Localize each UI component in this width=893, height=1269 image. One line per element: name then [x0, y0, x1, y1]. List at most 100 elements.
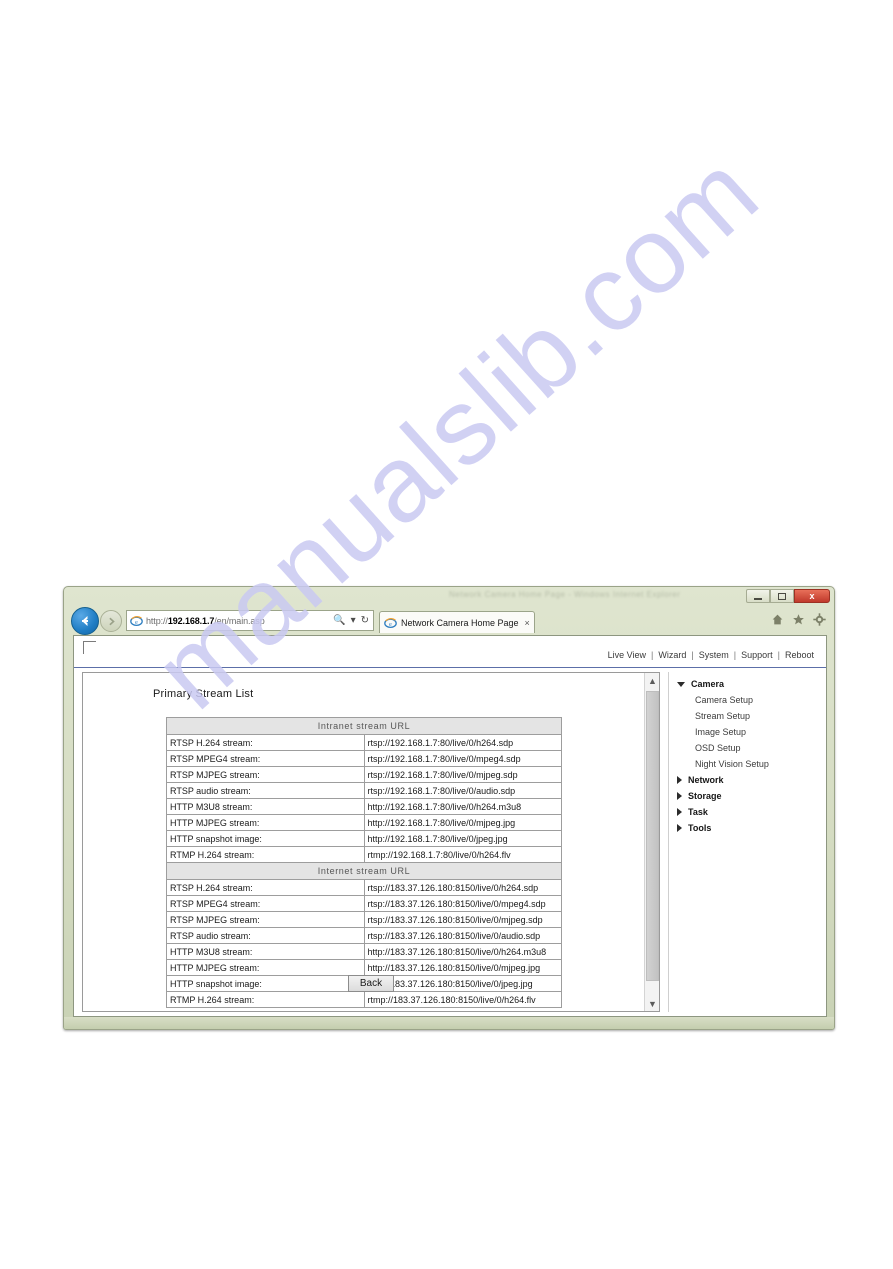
- browser-window: Network Camera Home Page - Windows Inter…: [63, 586, 835, 1030]
- stream-label-cell: RTSP MPEG4 stream:: [166, 895, 365, 912]
- nav-separator: |: [733, 650, 737, 660]
- nav-link-system[interactable]: System: [699, 650, 729, 660]
- browser-forward-button[interactable]: [100, 610, 122, 632]
- nav-link-support[interactable]: Support: [741, 650, 773, 660]
- scroll-up-icon[interactable]: ▲: [645, 673, 659, 688]
- stream-label-cell: RTSP MJPEG stream:: [166, 766, 365, 783]
- table-row: RTMP H.264 stream: rtmp://192.168.1.7:80/…: [166, 846, 562, 863]
- stream-url-cell[interactable]: rtsp://183.37.126.180:8150/live/0/mjpeg.…: [363, 911, 562, 928]
- minimize-button[interactable]: [746, 589, 770, 603]
- menu-item-image-setup[interactable]: Image Setup: [669, 724, 818, 740]
- stream-url-cell[interactable]: rtsp://192.168.1.7:80/live/0/h264.sdp: [363, 734, 562, 751]
- address-text: http://192.168.1.7/en/main.asp: [146, 616, 329, 626]
- stream-url-cell[interactable]: rtsp://192.168.1.7:80/live/0/mjpeg.sdp: [363, 766, 562, 783]
- chevron-down-icon[interactable]: [677, 681, 685, 687]
- chevron-down-icon[interactable]: ▾: [350, 615, 357, 626]
- browser-tab[interactable]: e Network Camera Home Page ×: [379, 611, 535, 633]
- broken-image-placeholder: [83, 641, 96, 654]
- table-row: RTSP audio stream: rtsp://183.37.126.180:…: [166, 927, 562, 944]
- stream-label-cell: HTTP MJPEG stream:: [166, 814, 365, 831]
- back-button[interactable]: Back: [348, 975, 394, 992]
- nav-link-wizard[interactable]: Wizard: [658, 650, 686, 660]
- table-section-header-row: Intranet stream URL: [166, 717, 562, 735]
- chevron-right-icon[interactable]: [677, 824, 682, 832]
- stream-url-cell[interactable]: http://183.37.126.180:8150/live/0/h264.m…: [363, 943, 562, 960]
- nav-link-reboot[interactable]: Reboot: [785, 650, 814, 660]
- stream-label-cell: RTSP audio stream:: [166, 782, 365, 799]
- stream-label-cell: HTTP M3U8 stream:: [166, 798, 365, 815]
- header-divider: [74, 667, 826, 668]
- table-row: RTSP H.264 stream: rtsp://183.37.126.180:…: [166, 879, 562, 896]
- menu-group-storage[interactable]: Storage: [669, 788, 818, 804]
- stream-label-cell: RTSP audio stream:: [166, 927, 365, 944]
- menu-item-camera-setup[interactable]: Camera Setup: [669, 692, 818, 708]
- table-row: RTSP MPEG4 stream: rtsp://183.37.126.180:…: [166, 895, 562, 912]
- table-row: HTTP snapshot image: http://192.168.1.7:8…: [166, 830, 562, 847]
- gear-icon[interactable]: [813, 613, 826, 626]
- address-scheme: http://: [146, 615, 168, 626]
- table-row: RTSP MPEG4 stream: rtsp://192.168.1.7:80/…: [166, 750, 562, 767]
- nav-link-live-view[interactable]: Live View: [608, 650, 646, 660]
- internet-explorer-icon: e: [130, 615, 143, 627]
- stream-url-cell[interactable]: http://192.168.1.7:80/live/0/mjpeg.jpg: [363, 814, 562, 831]
- top-nav: Live View | Wizard | System | Support | Reboot: [608, 650, 814, 660]
- stream-url-cell[interactable]: rtsp://192.168.1.7:80/live/0/mpeg4.sdp: [363, 750, 562, 767]
- table-row: HTTP M3U8 stream: http://192.168.1.7:80/l…: [166, 798, 562, 815]
- back-action-wrap: Back: [83, 973, 659, 992]
- stream-label-cell: RTMP H.264 stream:: [166, 991, 365, 1008]
- menu-item-night-vision-setup[interactable]: Night Vision Setup: [669, 756, 818, 772]
- chevron-right-icon[interactable]: [677, 776, 682, 784]
- window-title-text: Network Camera Home Page - Windows Inter…: [449, 590, 681, 599]
- stream-label-cell: HTTP snapshot image:: [166, 830, 365, 847]
- menu-group-camera[interactable]: Camera: [669, 676, 818, 692]
- address-host: 192.168.1.7: [167, 615, 215, 626]
- browser-toolbar-icons: [771, 613, 826, 626]
- content-scrollbar[interactable]: ▲ ▼: [644, 673, 659, 1011]
- stream-label-cell: RTMP H.264 stream:: [166, 846, 365, 863]
- stream-label-cell: RTSP MPEG4 stream:: [166, 750, 365, 767]
- chevron-right-icon[interactable]: [677, 792, 682, 800]
- chevron-right-icon[interactable]: [677, 808, 682, 816]
- address-path: /en/main.asp: [214, 615, 265, 626]
- menu-group-task[interactable]: Task: [669, 804, 818, 820]
- address-bar[interactable]: e http://192.168.1.7/en/main.asp 🔍 ▾ ↻: [126, 610, 374, 631]
- stream-url-cell[interactable]: rtsp://183.37.126.180:8150/live/0/audio.…: [363, 927, 562, 944]
- menu-group-network[interactable]: Network: [669, 772, 818, 788]
- internet-explorer-icon: e: [384, 617, 397, 629]
- browser-tab-title: Network Camera Home Page: [401, 617, 519, 628]
- refresh-icon[interactable]: ↻: [360, 615, 370, 626]
- table-row: RTSP MJPEG stream: rtsp://192.168.1.7:80/…: [166, 766, 562, 783]
- maximize-button[interactable]: [770, 589, 794, 603]
- stream-url-cell[interactable]: http://192.168.1.7:80/live/0/jpeg.jpg: [363, 830, 562, 847]
- stream-url-table: Intranet stream URL RTSP H.264 stream: rts…: [166, 717, 562, 1008]
- menu-item-stream-setup[interactable]: Stream Setup: [669, 708, 818, 724]
- stream-url-cell[interactable]: http://192.168.1.7:80/live/0/h264.m3u8: [363, 798, 562, 815]
- browser-back-button[interactable]: [71, 607, 99, 635]
- stream-url-cell[interactable]: rtmp://192.168.1.7:80/live/0/h264.flv: [363, 846, 562, 863]
- scrollbar-thumb[interactable]: [646, 691, 659, 981]
- arrow-right-icon: [108, 617, 115, 625]
- stream-url-cell[interactable]: rtsp://192.168.1.7:80/live/0/audio.sdp: [363, 782, 562, 799]
- favorites-star-icon[interactable]: [792, 613, 805, 626]
- table-row: RTSP MJPEG stream: rtsp://183.37.126.180:…: [166, 911, 562, 928]
- stream-url-cell[interactable]: rtsp://183.37.126.180:8150/live/0/mpeg4.…: [363, 895, 562, 912]
- search-icon[interactable]: 🔍: [332, 615, 346, 626]
- stream-url-cell[interactable]: rtmp://183.37.126.180:8150/live/0/h264.f…: [363, 991, 562, 1008]
- close-button[interactable]: x: [794, 589, 830, 603]
- nav-separator: |: [651, 650, 654, 660]
- stream-url-cell[interactable]: rtsp://183.37.126.180:8150/live/0/h264.s…: [363, 879, 562, 896]
- table-section-header-row: Internet stream URL: [166, 862, 562, 880]
- table-row: RTSP H.264 stream: rtsp://192.168.1.7:80/…: [166, 734, 562, 751]
- menu-group-label: Storage: [688, 791, 722, 801]
- home-icon[interactable]: [771, 613, 784, 626]
- menu-group-tools[interactable]: Tools: [669, 820, 818, 836]
- scroll-down-icon[interactable]: ▼: [645, 996, 659, 1011]
- side-menu: Camera Camera Setup Stream Setup Image Setu…: [668, 672, 818, 1012]
- nav-separator: |: [777, 650, 780, 660]
- page-title: Primary Stream List: [153, 688, 254, 700]
- menu-item-osd-setup[interactable]: OSD Setup: [669, 740, 818, 756]
- svg-text:e: e: [135, 619, 138, 626]
- stream-label-cell: RTSP H.264 stream:: [166, 879, 365, 896]
- minimize-icon: [754, 597, 762, 600]
- close-icon[interactable]: ×: [525, 618, 530, 628]
